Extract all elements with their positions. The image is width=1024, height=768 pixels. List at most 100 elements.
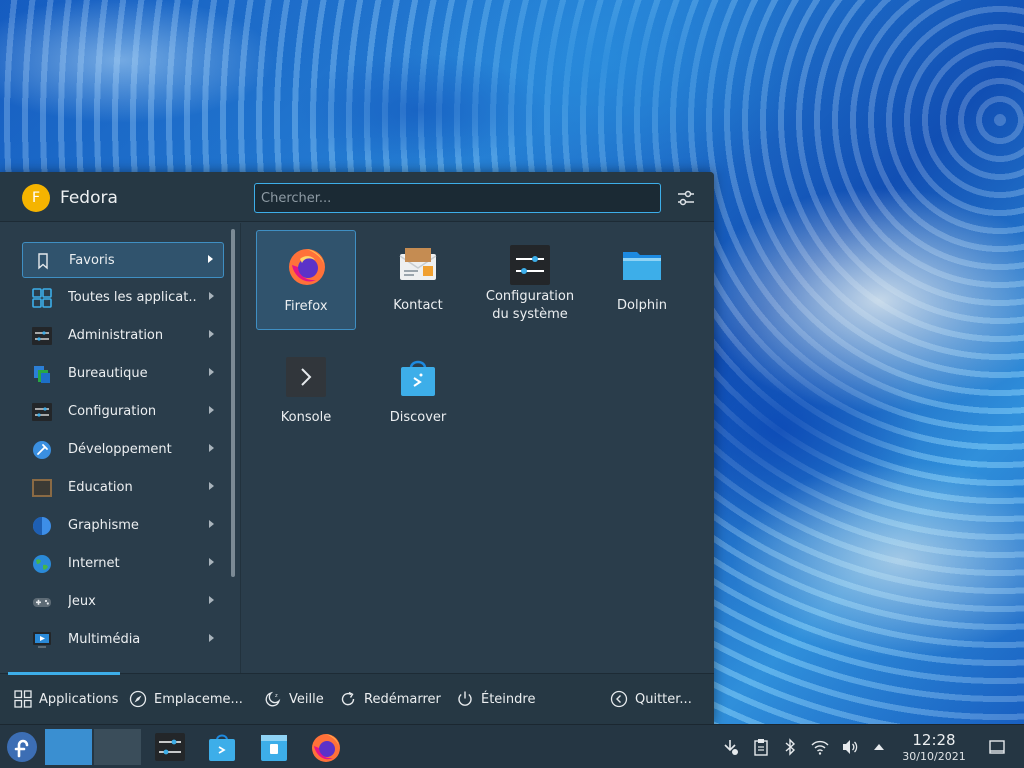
favorite-label: Konsole [280,410,332,425]
restart-button[interactable]: Redémarrer [339,690,441,710]
system-settings-icon[interactable] [154,731,186,763]
logout-button[interactable]: Quitter... [610,690,700,710]
firefox-icon[interactable] [310,731,342,763]
tab-label: Applications [39,692,119,707]
graphics-icon [33,517,51,535]
chevron-right-icon [209,444,214,452]
category-label: Jeux [68,594,96,609]
category-label: Toutes les applicat... [68,290,196,305]
restart-icon [341,691,355,706]
configure-sliders-icon[interactable] [674,186,698,210]
category-label: Développement [68,442,172,457]
search-input[interactable] [254,183,661,213]
clipboard-icon[interactable] [752,738,770,756]
sleep-label: Veille [289,692,324,707]
logout-label: Quitter... [635,692,692,707]
tab-label: Emplaceme... [154,692,243,707]
launcher-footer: Applications Emplaceme... z Veille Redém… [0,672,714,724]
application-launcher: F Fedora Favoris Toutes les applic [0,172,714,724]
chevron-right-icon [209,368,214,376]
favorite-discover[interactable]: Discover [368,342,468,442]
virtual-desktop-1[interactable] [45,729,92,765]
clock-time[interactable]: 12:28 [900,731,968,749]
category-sidebar: Favoris Toutes les applicat... Administr… [0,223,241,673]
tray-expand-arrow-icon[interactable] [870,738,888,756]
favorite-label: Discover [389,410,447,425]
category-jeux[interactable]: Jeux [22,584,224,620]
compass-icon [129,690,147,708]
category-graphisme[interactable]: Graphisme [22,508,224,544]
applications-grid-icon [14,690,32,708]
category-label: Favoris [69,253,115,268]
favorite-dolphin[interactable]: Dolphin [592,230,692,330]
sleep-button[interactable]: z Veille [264,690,324,710]
education-icon [32,479,52,497]
firefox-icon [289,249,325,285]
category-label: Éducation [68,480,133,495]
kontact-icon [399,248,437,280]
category-education[interactable]: Éducation [22,470,224,506]
category-favoris[interactable]: Favoris [22,242,224,278]
category-label: Internet [68,556,120,571]
configuration-icon [32,403,52,421]
taskbar-panel: 12:28 30/10/2021 [0,724,1024,768]
sidebar-scrollbar[interactable] [231,229,235,577]
tab-applications[interactable]: Applications [14,690,118,710]
category-bureautique[interactable]: Bureautique [22,356,224,392]
sleep-moon-icon: z [265,691,281,707]
favorite-label: Firefox [284,299,328,314]
chevron-right-icon [208,255,213,263]
dolphin-file-manager-icon[interactable] [258,731,290,763]
category-all-applications[interactable]: Toutes les applicat... [22,280,224,316]
chevron-right-icon [209,520,214,528]
favorite-label: Kontact [393,298,443,313]
favorite-konsole[interactable]: Konsole [256,342,356,442]
office-icon [34,366,50,383]
virtual-desktop-2[interactable] [94,729,141,765]
discover-bag-icon [401,360,435,396]
system-settings-icon [510,245,550,285]
dolphin-folder-icon [623,252,661,280]
bluetooth-icon[interactable] [781,738,799,756]
category-developpement[interactable]: Développement [22,432,224,468]
power-icon [458,691,472,706]
category-administration[interactable]: Administration [22,318,224,354]
software-updates-icon[interactable] [721,738,739,756]
chevron-right-icon [209,292,214,300]
favorite-firefox[interactable]: Firefox [256,230,356,330]
svg-text:z: z [275,693,278,699]
category-label: Graphisme [68,518,139,533]
category-multimedia[interactable]: Multimédia [22,622,224,658]
category-internet[interactable]: Internet [22,546,224,582]
favorite-label: Dolphin [617,298,667,313]
discover-bag-icon[interactable] [206,731,238,763]
launcher-header: F Fedora [0,172,714,222]
wifi-network-icon[interactable] [811,738,829,756]
chevron-right-icon [209,596,214,604]
administration-icon [32,327,52,345]
chevron-left-circle-icon [610,690,628,708]
user-name: Fedora [60,188,118,208]
category-label: Administration [68,328,164,343]
tab-places[interactable]: Emplaceme... [129,690,243,710]
favorite-label: Configuration du système [485,289,575,322]
favorite-system-settings[interactable]: Configuration du système [480,230,580,330]
favorite-kontact[interactable]: Kontact [368,230,468,330]
games-gamepad-icon [33,598,51,607]
restart-label: Redémarrer [364,692,441,707]
category-label: Bureautique [68,366,148,381]
category-label: Configuration [68,404,157,419]
volume-speaker-icon[interactable] [841,738,859,756]
development-icon [33,441,51,459]
user-avatar[interactable]: F [22,184,50,212]
chevron-right-icon [209,406,214,414]
show-desktop-icon[interactable] [988,738,1006,756]
category-configuration[interactable]: Configuration [22,394,224,430]
shutdown-button[interactable]: Éteindre [456,690,536,710]
fedora-launcher-icon[interactable] [6,731,38,763]
chevron-right-icon [209,634,214,642]
all-apps-grid-icon [32,288,52,308]
chevron-right-icon [209,558,214,566]
shutdown-label: Éteindre [481,692,536,707]
clock-date[interactable]: 30/10/2021 [894,750,974,763]
